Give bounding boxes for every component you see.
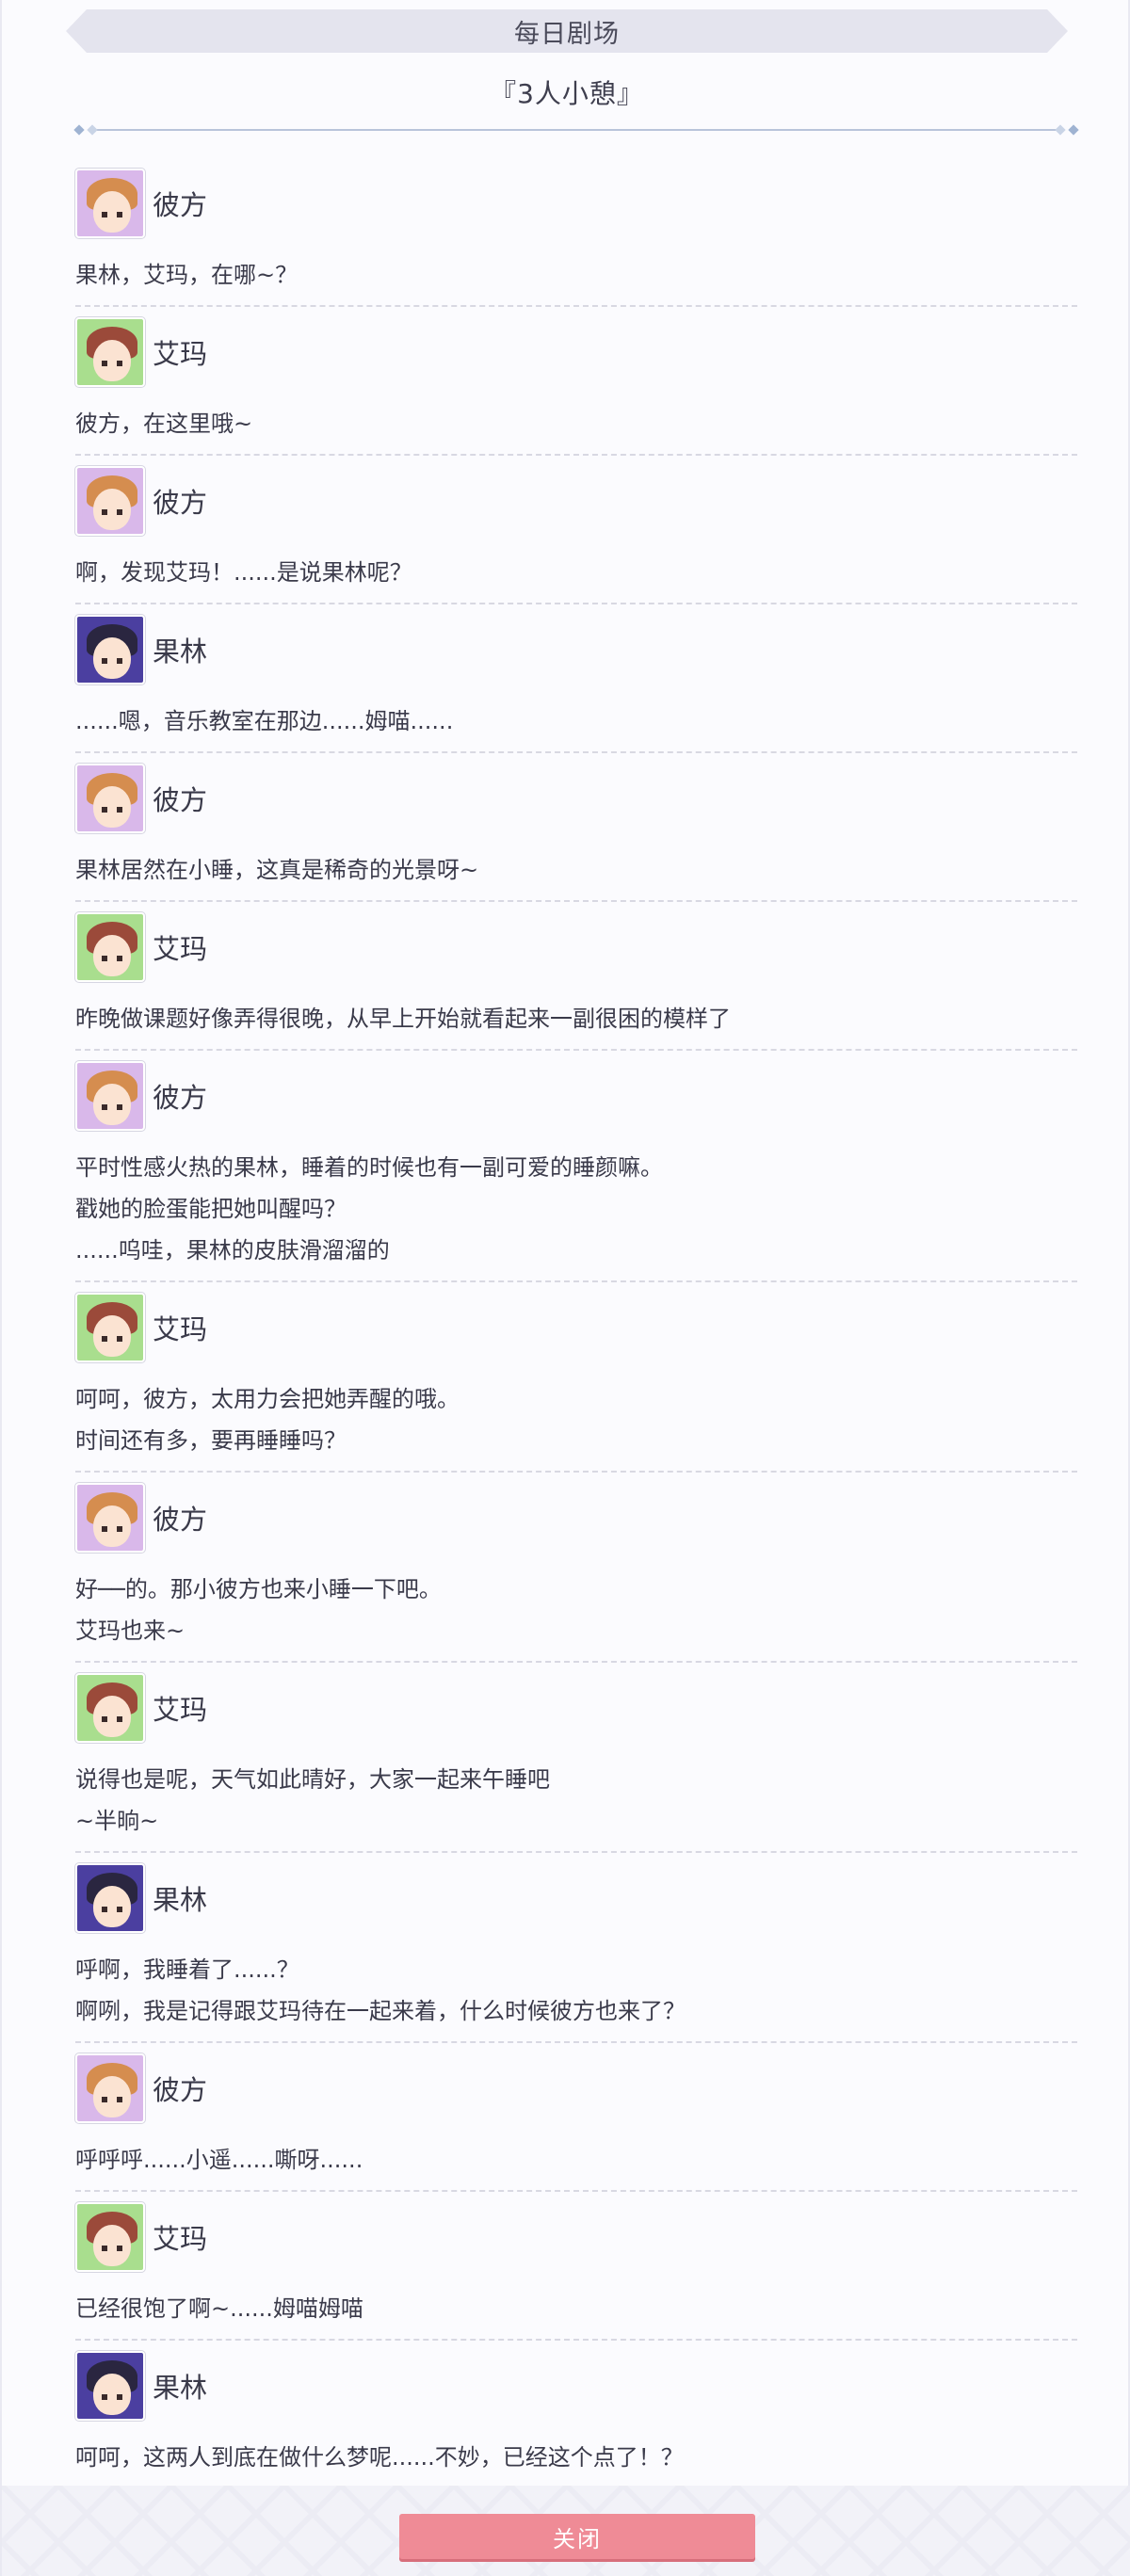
dialogue-lines: 好──的。那小彼方也来小睡一下吧。 艾玛也来~ xyxy=(75,1555,1077,1651)
speaker-row: 彼方 xyxy=(75,1058,1077,1134)
speaker-row: 艾玛 xyxy=(75,1290,1077,1365)
avatar-kanata xyxy=(75,169,145,238)
speaker-row: 彼方 xyxy=(75,166,1077,241)
dialogue-entry: 果林 ......嗯，音乐教室在那边......姆喵...... xyxy=(75,612,1077,753)
dialogue-line: 昨晚做课题好像弄得很晚，从早上开始就看起来一副很困的模样了 xyxy=(75,1006,731,1032)
speaker-row: 艾玛 xyxy=(75,314,1077,390)
dialogue-line: 呼呼呼......小遥......嘶呀...... xyxy=(75,2147,363,2173)
speaker-row: 果林 xyxy=(75,612,1077,687)
dialogue-line: 艾玛也来~ xyxy=(75,1618,186,1644)
dialogue-entry: 艾玛呵呵，彼方，太用力会把她弄醒的哦。 时间还有多，要再睡睡吗？ xyxy=(75,1290,1077,1473)
speaker-row: 艾玛 xyxy=(75,2199,1077,2275)
speaker-name: 彼方 xyxy=(153,189,208,221)
speaker-name: 果林 xyxy=(153,636,208,668)
speaker-name: 彼方 xyxy=(153,1504,208,1536)
speaker-row: 彼方 xyxy=(75,2051,1077,2126)
dialogue-line: 彼方，在这里哦~ xyxy=(75,411,253,437)
dialogue-entry: 果林呼啊，我睡着了......？ 啊咧，我是记得跟艾玛待在一起来着，什么时候彼方也… xyxy=(75,1860,1077,2043)
dialogue-entry: 艾玛昨晚做课题好像弄得很晚，从早上开始就看起来一副很困的模样了 xyxy=(75,910,1077,1051)
speaker-row: 果林 xyxy=(75,2348,1077,2423)
dialogue-lines: 果林居然在小睡，这真是稀奇的光景呀~ xyxy=(75,836,1077,891)
dialogue-entry: 彼方果林，艾玛，在哪~？ xyxy=(75,166,1077,307)
avatar-ema xyxy=(75,912,145,982)
speaker-row: 艾玛 xyxy=(75,910,1077,985)
avatar-ema xyxy=(75,2202,145,2272)
dialogue-lines: 已经很饱了啊~......姆喵姆喵 xyxy=(75,2275,1077,2329)
dialogue-lines: 昨晚做课题好像弄得很晚，从早上开始就看起来一副很困的模样了 xyxy=(75,985,1077,1039)
dialogue-entry: 艾玛说得也是呢，天气如此晴好，大家一起来午睡吧 ~半晌~ xyxy=(75,1670,1077,1853)
speaker-name: 果林 xyxy=(153,2372,208,2404)
dialogue-lines: 啊，发现艾玛！......是说果林呢？ xyxy=(75,539,1077,593)
speaker-name: 彼方 xyxy=(153,487,208,519)
avatar-ema xyxy=(75,317,145,387)
speaker-row: 果林 xyxy=(75,1860,1077,1936)
dialogue-lines: 说得也是呢，天气如此晴好，大家一起来午睡吧 ~半晌~ xyxy=(75,1746,1077,1842)
title-divider xyxy=(73,124,1079,136)
dialogue-lines: 平时性感火热的果林，睡着的时候也有一副可爱的睡颜嘛。 戳她的脸蛋能把她叫醒吗？..… xyxy=(75,1134,1077,1271)
dialogue-line: ......呜哇，果林的皮肤滑溜溜的 xyxy=(75,1237,390,1264)
daily-theater-panel: 每日剧场 『3人小憩』 彼方 果林，艾玛，在哪~？ 艾玛 彼方，在这里哦~ 彼方 啊，发现… xyxy=(0,0,1130,2576)
dialogue-line: 果林，艾玛，在哪~？ xyxy=(75,262,299,288)
story-title: 『3人小憩』 xyxy=(490,78,644,109)
avatar-kanata xyxy=(75,764,145,833)
speaker-name: 彼方 xyxy=(153,784,208,816)
speaker-row: 彼方 xyxy=(75,1480,1077,1555)
dialogue-line: ......嗯，音乐教室在那边......姆喵...... xyxy=(75,708,454,734)
dialogue-line: 果林居然在小睡，这真是稀奇的光景呀~ xyxy=(75,857,479,883)
dialogue-line: 呵呵，这两人到底在做什么梦呢......不妙，已经这个点了！？ xyxy=(75,2444,684,2471)
dialogue-lines: 彼方，在这里哦~ xyxy=(75,390,1077,444)
avatar-ema xyxy=(75,1293,145,1362)
speaker-name: 艾玛 xyxy=(153,1694,208,1726)
avatar-kanata xyxy=(75,2053,145,2123)
dialogue-lines: 果林，艾玛，在哪~？ xyxy=(75,241,1077,296)
speaker-name: 彼方 xyxy=(153,1082,208,1114)
dialogue-entry: 彼方平时性感火热的果林，睡着的时候也有一副可爱的睡颜嘛。 戳她的脸蛋能把她叫醒吗？… xyxy=(75,1058,1077,1282)
dialogue-line: 说得也是呢，天气如此晴好，大家一起来午睡吧 xyxy=(75,1766,550,1793)
avatar-karin xyxy=(75,2351,145,2421)
speaker-name: 艾玛 xyxy=(153,338,208,370)
speaker-name: 艾玛 xyxy=(153,2223,208,2255)
speaker-row: 彼方 xyxy=(75,761,1077,836)
speaker-row: 彼方 xyxy=(75,463,1077,539)
avatar-kanata xyxy=(75,1483,145,1553)
speaker-name: 艾玛 xyxy=(153,1313,208,1345)
dialogue-lines: 呼呼呼......小遥......嘶呀...... xyxy=(75,2126,1077,2181)
dialogue-list[interactable]: 彼方 果林，艾玛，在哪~？ 艾玛 彼方，在这里哦~ 彼方 啊，发现艾玛！......是说果… xyxy=(75,158,1077,2531)
dialogue-line: 好──的。那小彼方也来小睡一下吧。 xyxy=(75,1576,442,1602)
header-banner: 每日剧场 xyxy=(66,9,1068,53)
dialogue-line: 啊，发现艾玛！......是说果林呢？ xyxy=(75,559,412,586)
dialogue-entry: 艾玛已经很饱了啊~......姆喵姆喵 xyxy=(75,2199,1077,2341)
speaker-name: 果林 xyxy=(153,1884,208,1916)
avatar-kanata xyxy=(75,466,145,536)
header-title: 每日剧场 xyxy=(514,19,620,49)
dialogue-line: 戳她的脸蛋能把她叫醒吗？ xyxy=(75,1196,347,1222)
dialogue-line: 呼啊，我睡着了......？ xyxy=(75,1956,299,1983)
close-button[interactable]: 关闭 xyxy=(399,2514,755,2559)
dialogue-line: ~半晌~ xyxy=(75,1808,159,1834)
dialogue-entry: 彼方呼呼呼......小遥......嘶呀...... xyxy=(75,2051,1077,2192)
dialogue-line: 平时性感火热的果林，睡着的时候也有一副可爱的睡颜嘛。 xyxy=(75,1154,663,1181)
avatar-kanata xyxy=(75,1061,145,1131)
avatar-karin xyxy=(75,615,145,684)
avatar-ema xyxy=(75,1673,145,1743)
dialogue-line: 啊咧，我是记得跟艾玛待在一起来着，什么时候彼方也来了？ xyxy=(75,1998,686,2024)
speaker-name: 艾玛 xyxy=(153,933,208,965)
dialogue-line: 呵呵，彼方，太用力会把她弄醒的哦。 xyxy=(75,1386,460,1412)
dialogue-entry: 艾玛彼方，在这里哦~ xyxy=(75,314,1077,456)
dialogue-entry: 彼方啊，发现艾玛！......是说果林呢？ xyxy=(75,463,1077,604)
speaker-row: 艾玛 xyxy=(75,1670,1077,1746)
dialogue-lines: 呵呵，彼方，太用力会把她弄醒的哦。 时间还有多，要再睡睡吗？ xyxy=(75,1365,1077,1461)
dialogue-entry: 彼方果林居然在小睡，这真是稀奇的光景呀~ xyxy=(75,761,1077,902)
avatar-karin xyxy=(75,1863,145,1933)
dialogue-line: 已经很饱了啊~......姆喵姆喵 xyxy=(75,2295,363,2322)
dialogue-entry: 彼方好──的。那小彼方也来小睡一下吧。 艾玛也来~ xyxy=(75,1480,1077,1663)
dialogue-lines: 呼啊，我睡着了......？ 啊咧，我是记得跟艾玛待在一起来着，什么时候彼方也来了… xyxy=(75,1936,1077,2032)
dialogue-line: 时间还有多，要再睡睡吗？ xyxy=(75,1427,347,1454)
speaker-name: 彼方 xyxy=(153,2074,208,2106)
dialogue-lines: ......嗯，音乐教室在那边......姆喵...... xyxy=(75,687,1077,742)
